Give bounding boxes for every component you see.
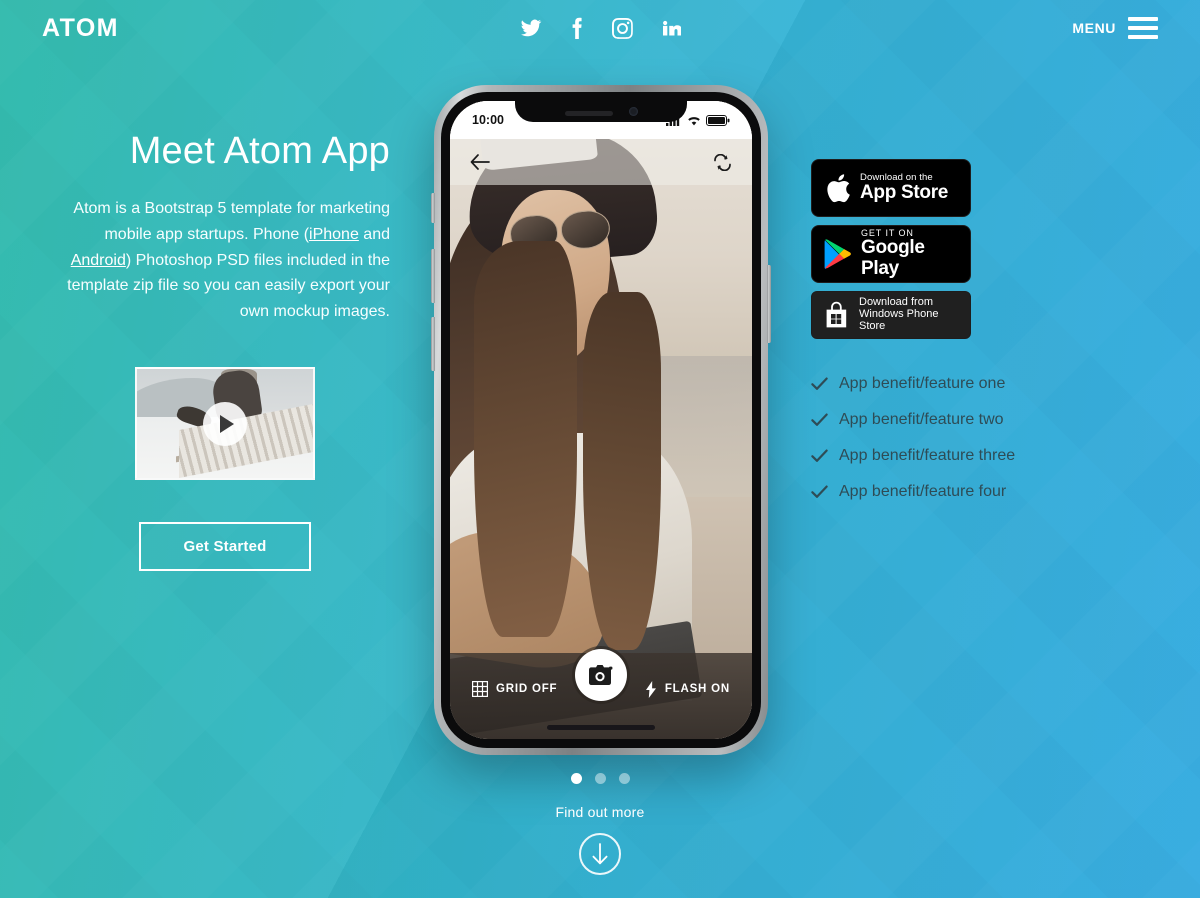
- instagram-icon[interactable]: [611, 17, 633, 39]
- lightning-bolt-icon: [645, 680, 656, 698]
- feature-item: App benefit/feature two: [811, 411, 1111, 429]
- scroll-down-button[interactable]: [579, 833, 621, 875]
- check-icon: [811, 449, 828, 463]
- linkedin-icon[interactable]: [661, 18, 681, 38]
- mute-switch[interactable]: [431, 193, 435, 223]
- menu-label: MENU: [1072, 20, 1116, 36]
- windows-store-line2: Windows Phone Store: [859, 308, 939, 332]
- photo-hair-side: [582, 292, 662, 650]
- play-icon[interactable]: [203, 401, 247, 446]
- wifi-icon: [688, 116, 700, 125]
- camera-icon: [589, 665, 613, 685]
- google-play-icon: [824, 238, 852, 270]
- feature-label: App benefit/feature four: [839, 483, 1007, 500]
- video-container: [60, 367, 390, 481]
- feature-item: App benefit/feature four: [811, 483, 1111, 501]
- facebook-icon[interactable]: [570, 17, 584, 39]
- social-links: [0, 17, 1200, 39]
- power-button[interactable]: [767, 265, 771, 343]
- hero-right-column: Download on the App Store GET IT ON Goog…: [811, 159, 1111, 519]
- grid-toggle[interactable]: GRID OFF: [472, 681, 557, 697]
- photo-hair-front: [474, 241, 577, 637]
- carousel-dots: [0, 773, 1200, 784]
- back-arrow-icon[interactable]: [470, 154, 490, 170]
- cta-container: Get Started: [60, 522, 390, 572]
- switch-camera-icon[interactable]: [713, 153, 732, 171]
- hero-paragraph: Atom is a Bootstrap 5 template for marke…: [60, 196, 390, 326]
- earpiece-speaker: [564, 111, 613, 116]
- google-play-badge[interactable]: GET IT ON Google Play: [811, 225, 971, 283]
- feature-item: App benefit/feature three: [811, 447, 1111, 465]
- brand-logo[interactable]: ATOM: [42, 14, 119, 43]
- hamburger-icon: [1128, 17, 1158, 39]
- volume-down-button[interactable]: [431, 317, 435, 371]
- windows-phone-store-badge[interactable]: Download from Windows Phone Store: [811, 291, 971, 339]
- carousel-dot-3[interactable]: [618, 773, 630, 784]
- feature-item: App benefit/feature one: [811, 375, 1111, 393]
- iphone-link[interactable]: iPhone: [309, 226, 359, 243]
- get-started-button[interactable]: Get Started: [139, 522, 311, 572]
- home-indicator: [547, 725, 655, 730]
- battery-icon: [706, 114, 730, 126]
- flash-toggle[interactable]: FLASH ON: [645, 680, 730, 698]
- grid-icon: [472, 681, 488, 697]
- status-time: 10:00: [472, 113, 504, 127]
- apple-icon: [824, 172, 851, 204]
- arrow-down-icon: [592, 843, 608, 865]
- carousel-dot-1[interactable]: [570, 773, 582, 784]
- google-play-text: GET IT ON Google Play: [861, 228, 958, 280]
- menu-toggle[interactable]: MENU: [1072, 17, 1158, 39]
- hero-text-and: and: [358, 225, 390, 243]
- feature-label: App benefit/feature one: [839, 375, 1006, 392]
- check-icon: [811, 485, 828, 499]
- app-store-big-label: App Store: [860, 181, 949, 203]
- google-play-big-label: Google Play: [861, 237, 925, 279]
- phone-mockup: 10:00 GRID OFF FLASH ON: [431, 85, 771, 755]
- camera-preview-photo: [450, 101, 752, 739]
- front-camera-icon: [628, 107, 638, 116]
- carousel-dot-2[interactable]: [594, 773, 606, 784]
- feature-list: App benefit/feature one App benefit/feat…: [811, 375, 1111, 501]
- windows-store-icon: [824, 301, 850, 329]
- phone-bezel: 10:00 GRID OFF FLASH ON: [441, 92, 761, 748]
- site-header: ATOM MENU: [0, 0, 1200, 56]
- check-icon: [811, 377, 828, 391]
- volume-up-button[interactable]: [431, 249, 435, 303]
- camera-shutter-button[interactable]: [575, 649, 627, 701]
- windows-store-text: Download from Windows Phone Store: [859, 296, 958, 333]
- find-out-more-label: Find out more: [555, 804, 645, 820]
- app-store-text: Download on the App Store: [860, 172, 949, 204]
- phone-notch: [515, 101, 687, 122]
- grid-label: GRID OFF: [496, 683, 558, 695]
- twitter-icon[interactable]: [520, 17, 542, 39]
- check-icon: [811, 413, 828, 427]
- video-thumbnail[interactable]: [135, 367, 315, 481]
- feature-label: App benefit/feature two: [839, 411, 1004, 428]
- app-store-badge[interactable]: Download on the App Store: [811, 159, 971, 217]
- page-title: Meet Atom App: [129, 130, 390, 172]
- hero-left-column: Meet Atom App Atom is a Bootstrap 5 temp…: [60, 130, 390, 572]
- android-link[interactable]: Android: [71, 252, 126, 269]
- flash-label: FLASH ON: [664, 683, 730, 695]
- phone-screen: 10:00 GRID OFF FLASH ON: [450, 101, 752, 739]
- feature-label: App benefit/feature three: [839, 447, 1016, 464]
- app-nav-bar: [450, 139, 752, 185]
